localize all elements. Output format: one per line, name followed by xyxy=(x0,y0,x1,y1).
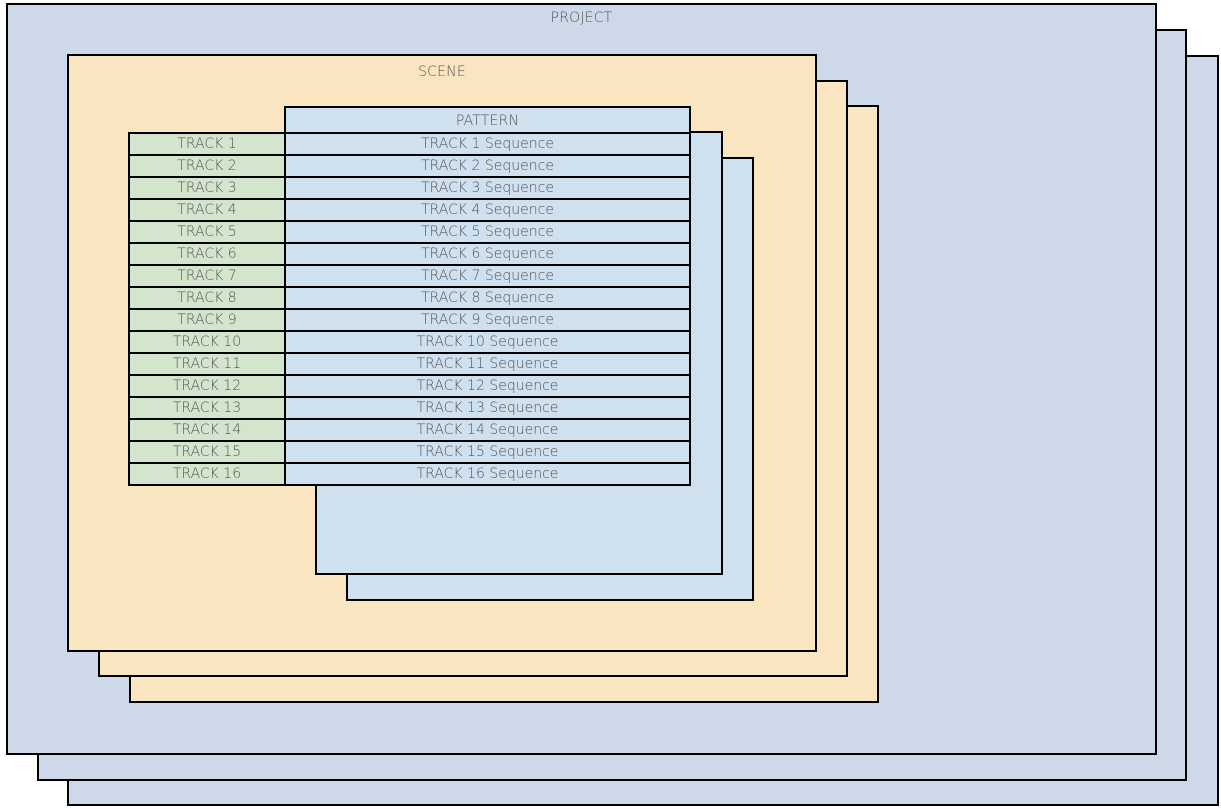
track-name-cell: TRACK 7 xyxy=(128,264,286,288)
track-name-cell: TRACK 3 xyxy=(128,176,286,200)
track-sequence-cell: TRACK 15 Sequence xyxy=(284,440,691,464)
track-name-cell: TRACK 15 xyxy=(128,440,286,464)
project-title: PROJECT xyxy=(550,10,613,26)
track-sequence-cell: TRACK 8 Sequence xyxy=(284,286,691,310)
track-name-cell: TRACK 16 xyxy=(128,462,286,486)
track-row: TRACK 3 TRACK 3 Sequence xyxy=(128,176,691,200)
track-name-cell: TRACK 6 xyxy=(128,242,286,266)
track-row: TRACK 4 TRACK 4 Sequence xyxy=(128,198,691,222)
track-row: TRACK 12 TRACK 12 Sequence xyxy=(128,374,691,398)
track-row: TRACK 16 TRACK 16 Sequence xyxy=(128,462,691,486)
track-sequence-cell: TRACK 2 Sequence xyxy=(284,154,691,178)
track-sequence-cell: TRACK 4 Sequence xyxy=(284,198,691,222)
track-sequence-cell: TRACK 11 Sequence xyxy=(284,352,691,376)
track-name-cell: TRACK 14 xyxy=(128,418,286,442)
track-sequence-cell: TRACK 9 Sequence xyxy=(284,308,691,332)
hierarchy-diagram: PROJECT SCENE PATTERN TRACK 1 TRACK 1 Seq… xyxy=(0,0,1221,809)
track-row: TRACK 2 TRACK 2 Sequence xyxy=(128,154,691,178)
track-row: TRACK 15 TRACK 15 Sequence xyxy=(128,440,691,464)
scene-title: SCENE xyxy=(418,64,466,80)
track-name-cell: TRACK 5 xyxy=(128,220,286,244)
track-name-cell: TRACK 9 xyxy=(128,308,286,332)
track-row: TRACK 11 TRACK 11 Sequence xyxy=(128,352,691,376)
track-sequence-cell: TRACK 5 Sequence xyxy=(284,220,691,244)
track-row: TRACK 5 TRACK 5 Sequence xyxy=(128,220,691,244)
track-sequence-cell: TRACK 7 Sequence xyxy=(284,264,691,288)
track-row: TRACK 9 TRACK 9 Sequence xyxy=(128,308,691,332)
track-sequence-cell: TRACK 12 Sequence xyxy=(284,374,691,398)
pattern-header-box: PATTERN xyxy=(284,106,691,134)
pattern-title: PATTERN xyxy=(455,113,520,129)
track-row: TRACK 14 TRACK 14 Sequence xyxy=(128,418,691,442)
track-name-cell: TRACK 8 xyxy=(128,286,286,310)
track-row: TRACK 6 TRACK 6 Sequence xyxy=(128,242,691,266)
track-table: TRACK 1 TRACK 1 Sequence TRACK 2 TRACK 2 Se… xyxy=(128,132,691,486)
track-sequence-cell: TRACK 14 Sequence xyxy=(284,418,691,442)
track-name-cell: TRACK 2 xyxy=(128,154,286,178)
track-row: TRACK 1 TRACK 1 Sequence xyxy=(128,132,691,156)
track-sequence-cell: TRACK 3 Sequence xyxy=(284,176,691,200)
track-name-cell: TRACK 10 xyxy=(128,330,286,354)
track-sequence-cell: TRACK 16 Sequence xyxy=(284,462,691,486)
track-name-cell: TRACK 13 xyxy=(128,396,286,420)
track-sequence-cell: TRACK 13 Sequence xyxy=(284,396,691,420)
track-sequence-cell: TRACK 6 Sequence xyxy=(284,242,691,266)
track-row: TRACK 10 TRACK 10 Sequence xyxy=(128,330,691,354)
track-name-cell: TRACK 1 xyxy=(128,132,286,156)
track-name-cell: TRACK 4 xyxy=(128,198,286,222)
track-sequence-cell: TRACK 1 Sequence xyxy=(284,132,691,156)
track-name-cell: TRACK 12 xyxy=(128,374,286,398)
track-row: TRACK 8 TRACK 8 Sequence xyxy=(128,286,691,310)
track-name-cell: TRACK 11 xyxy=(128,352,286,376)
track-row: TRACK 13 TRACK 13 Sequence xyxy=(128,396,691,420)
track-sequence-cell: TRACK 10 Sequence xyxy=(284,330,691,354)
track-row: TRACK 7 TRACK 7 Sequence xyxy=(128,264,691,288)
